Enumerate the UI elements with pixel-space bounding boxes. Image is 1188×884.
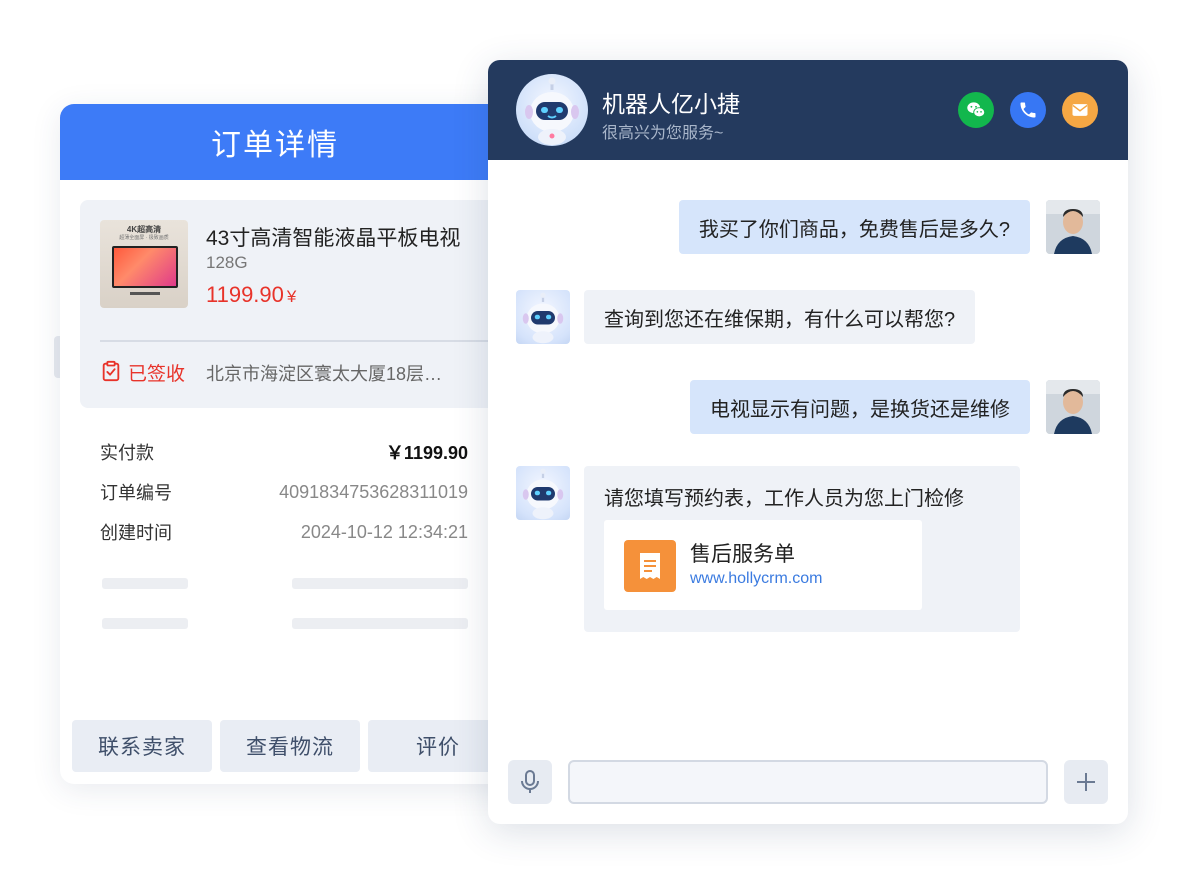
message-text: 电视显示有问题，是换货还是维修 — [710, 398, 1010, 421]
mail-icon — [1072, 104, 1088, 116]
status-badge: 已签收 — [128, 364, 186, 385]
user-avatar — [1046, 200, 1100, 254]
user-photo-icon — [1046, 200, 1100, 254]
bot-avatar — [516, 290, 570, 344]
tv-stand-image — [130, 292, 160, 295]
service-card-url[interactable]: www.hollycrm.com — [690, 570, 822, 588]
product-price-value: 1199.90 — [206, 282, 284, 307]
bot-tagline: 很高兴为您服务~ — [602, 125, 724, 142]
service-card-title: 售后服务单 — [690, 543, 795, 566]
info-row-paid: 实付款 ￥1199.90 — [100, 439, 468, 465]
message-text: 我买了你们商品，免费售后是多久? — [698, 218, 1010, 241]
robot-icon — [522, 468, 564, 520]
bot-avatar — [516, 74, 588, 146]
user-avatar — [1046, 380, 1100, 434]
product-name[interactable]: 43寸高清智能液晶平板电视 — [206, 222, 460, 252]
skeleton-placeholder — [292, 578, 468, 589]
info-label: 订单编号 — [100, 483, 172, 503]
chat-header: 机器人亿小捷 很高兴为您服务~ — [488, 60, 1128, 160]
clipboard-check-icon — [102, 360, 120, 382]
skeleton-placeholder — [102, 618, 188, 629]
thumbnail-sub: 超薄全面屏 · 极致画质 — [119, 235, 169, 241]
product-thumbnail[interactable]: 4K超高清 超薄全面屏 · 极致画质 — [100, 220, 188, 308]
user-message: 我买了你们商品，免费售后是多久? — [678, 200, 1030, 254]
contact-seller-button[interactable]: 联系卖家 — [72, 720, 212, 772]
phone-button[interactable] — [1010, 92, 1046, 128]
wechat-icon — [967, 102, 986, 118]
info-label: 创建时间 — [100, 523, 172, 543]
info-value: ￥1199.90 — [385, 443, 468, 463]
product-spec: 128G — [206, 253, 248, 272]
receipt-icon — [624, 540, 676, 592]
divider — [100, 340, 510, 342]
bot-message: 查询到您还在维保期，有什么可以帮您? — [584, 290, 976, 344]
plus-icon — [1077, 773, 1095, 791]
product-price: 1199.90 ¥ — [206, 282, 296, 308]
info-label: 实付款 — [100, 443, 154, 463]
more-options-button[interactable] — [1064, 760, 1108, 804]
chat-window: 机器人亿小捷 很高兴为您服务~ 我买了你们商品，免费售后是多久? 查询到您还在维… — [488, 60, 1128, 824]
voice-input-button[interactable] — [508, 760, 552, 804]
robot-icon — [525, 77, 579, 145]
phone-icon — [1020, 102, 1036, 118]
order-actions: 联系卖家 查看物流 评价 — [72, 720, 508, 772]
message-text: 查询到您还在维保期，有什么可以帮您? — [604, 308, 956, 331]
robot-icon — [522, 292, 564, 344]
delivery-address: 北京市海淀区寰太大厦18层… — [206, 364, 443, 384]
microphone-icon — [521, 770, 539, 793]
service-form-card[interactable]: 售后服务单 www.hollycrm.com — [604, 520, 922, 610]
skeleton-placeholder — [102, 578, 188, 589]
tv-screen-image — [112, 246, 178, 288]
info-value: 4091834753628311019 — [279, 481, 468, 502]
bot-message-card: 请您填写预约表，工作人员为您上门检修 售后服务单 www.hollycrm.co… — [584, 466, 1020, 632]
mail-button[interactable] — [1062, 92, 1098, 128]
order-header: 订单详情 — [60, 104, 530, 180]
review-button[interactable]: 评价 — [368, 720, 508, 772]
order-details-card: 订单详情 4K超高清 超薄全面屏 · 极致画质 43寸高清智能液晶平板电视 12… — [60, 104, 530, 784]
wechat-button[interactable] — [958, 92, 994, 128]
order-header-title: 订单详情 — [211, 129, 339, 162]
bot-avatar — [516, 466, 570, 520]
skeleton-placeholder — [292, 618, 468, 629]
message-input[interactable] — [568, 760, 1048, 804]
info-row-created-time: 创建时间 2024-10-12 12:34:21 — [100, 519, 468, 545]
user-message: 电视显示有问题，是换货还是维修 — [690, 380, 1030, 434]
info-value: 2024-10-12 12:34:21 — [300, 521, 468, 542]
info-row-order-number: 订单编号 4091834753628311019 — [100, 479, 468, 505]
order-product-panel: 4K超高清 超薄全面屏 · 极致画质 43寸高清智能液晶平板电视 128G 11… — [80, 200, 510, 408]
message-text: 请您填写预约表，工作人员为您上门检修 — [604, 488, 964, 510]
product-price-currency: ¥ — [286, 287, 297, 306]
user-photo-icon — [1046, 380, 1100, 434]
bot-name: 机器人亿小捷 — [602, 91, 740, 117]
view-logistics-button[interactable]: 查看物流 — [220, 720, 360, 772]
